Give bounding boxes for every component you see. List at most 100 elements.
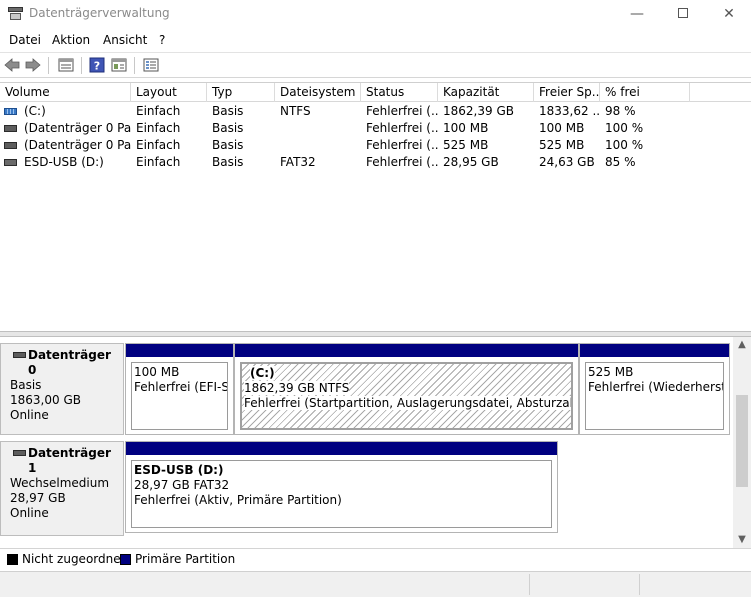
partition-status: Fehlerfrei (Aktiv, Primäre Partition) <box>134 493 342 507</box>
usb-volume-icon <box>4 159 17 166</box>
volume-status: Fehlerfrei (... <box>366 121 438 135</box>
volume-row[interactable]: (Datenträger 0 Par... Einfach Basis Fehl… <box>0 120 751 137</box>
primary-partition-swatch <box>120 554 131 565</box>
svg-text:?: ? <box>94 60 100 73</box>
volume-type: Basis <box>212 104 244 118</box>
volume-list: Volume Layout Typ Dateisystem Status Kap… <box>0 82 751 332</box>
menu-help[interactable]: ? <box>159 33 165 47</box>
column-header-percent-free[interactable]: % frei <box>600 83 690 102</box>
properties-icon[interactable] <box>111 57 127 73</box>
menu-aktion[interactable]: Aktion <box>52 33 90 47</box>
close-button[interactable]: ✕ <box>706 0 751 30</box>
partition-title: (C:) <box>250 366 275 380</box>
partition-size: 28,97 GB FAT32 <box>134 478 230 492</box>
disk-0-label[interactable]: Datenträger 0 Basis 1863,00 GB Online <box>0 343 124 435</box>
partition-c[interactable]: (C:) 1862,39 GB NTFS Fehlerfrei (Startpa… <box>234 343 579 435</box>
primary-partition-band <box>235 344 578 357</box>
toolbar: ? <box>0 52 751 78</box>
disk-1-type: Wechselmedium <box>10 476 110 490</box>
partition-efi[interactable]: 100 MB Fehlerfrei (EFI-Sys <box>125 343 234 435</box>
minimize-button[interactable]: — <box>614 0 660 30</box>
volume-name: (Datenträger 0 Par... <box>24 121 131 135</box>
volume-status: Fehlerfrei (... <box>366 155 438 169</box>
disk-1-label[interactable]: Datenträger 1 Wechselmedium 28,97 GB Onl… <box>0 441 124 536</box>
volume-filesystem: FAT32 <box>280 155 316 169</box>
disk-0-state: Online <box>10 408 49 422</box>
minimize-icon: — <box>630 6 644 22</box>
volume-layout: Einfach <box>136 138 181 152</box>
legend-primary-partition: Primäre Partition <box>135 552 236 566</box>
disk-1-size: 28,97 GB <box>10 491 66 505</box>
volume-capacity: 525 MB <box>443 138 489 152</box>
volume-free-space: 525 MB <box>539 138 585 152</box>
volume-row[interactable]: (Datenträger 0 Par... Einfach Basis Fehl… <box>0 137 751 154</box>
volume-row[interactable]: ESD-USB (D:) Einfach Basis FAT32 Fehlerf… <box>0 154 751 171</box>
volume-type: Basis <box>212 155 244 169</box>
partition-size: 100 MB <box>134 365 180 379</box>
volume-capacity: 1862,39 GB <box>443 104 514 118</box>
column-header-layout[interactable]: Layout <box>131 83 207 102</box>
volume-filesystem <box>275 137 361 154</box>
volume-type: Basis <box>212 121 244 135</box>
disk-row-0: Datenträger 0 Basis 1863,00 GB Online 10… <box>0 343 733 435</box>
volume-layout: Einfach <box>136 155 181 169</box>
menu-ansicht[interactable]: Ansicht <box>103 33 147 47</box>
column-header-free-space[interactable]: Freier Sp... <box>534 83 600 102</box>
volume-layout: Einfach <box>136 121 181 135</box>
volume-percent-free: 85 % <box>605 155 636 169</box>
legend-unallocated: Nicht zugeordnet <box>22 552 126 566</box>
volume-free-space: 1833,62 ... <box>539 104 600 118</box>
volume-status: Fehlerfrei (... <box>366 104 438 118</box>
disk-graphical-view: Datenträger 0 Basis 1863,00 GB Online 10… <box>0 337 733 548</box>
maximize-icon <box>678 8 688 18</box>
disk-row-1: Datenträger 1 Wechselmedium 28,97 GB Onl… <box>0 441 733 536</box>
menu-bar: Datei Aktion Ansicht ? <box>0 30 751 51</box>
disk-0-type: Basis <box>10 378 42 392</box>
volume-list-header: Volume Layout Typ Dateisystem Status Kap… <box>0 83 751 102</box>
status-pane-main <box>0 574 530 595</box>
partition-recovery[interactable]: 525 MB Fehlerfrei (Wiederherstellu <box>579 343 730 435</box>
column-header-filesystem[interactable]: Dateisystem <box>275 83 361 102</box>
primary-partition-band <box>580 344 729 357</box>
maximize-button[interactable] <box>660 0 706 30</box>
disk-0-name: Datenträger 0 <box>10 348 123 378</box>
partition-size: 525 MB <box>588 365 634 379</box>
volume-capacity: 28,95 GB <box>443 155 499 169</box>
disk-1-name: Datenträger 1 <box>10 446 123 476</box>
volume-type: Basis <box>212 138 244 152</box>
volume-icon <box>4 125 17 132</box>
volume-filesystem <box>275 120 361 137</box>
forward-arrow-icon[interactable] <box>25 57 41 73</box>
vertical-scrollbar[interactable]: ▲ ▼ <box>733 337 751 548</box>
column-header-capacity[interactable]: Kapazität <box>438 83 534 102</box>
volume-free-space: 24,63 GB <box>539 155 595 169</box>
list-view-icon[interactable] <box>58 57 74 73</box>
column-header-status[interactable]: Status <box>361 83 438 102</box>
volume-capacity: 100 MB <box>443 121 489 135</box>
primary-partition-band <box>126 442 557 455</box>
partition-status: Fehlerfrei (Wiederherstellu <box>588 380 724 394</box>
partition-status: Fehlerfrei (EFI-Sys <box>134 380 228 394</box>
menu-datei[interactable]: Datei <box>9 33 41 47</box>
scroll-down-icon[interactable]: ▼ <box>733 532 751 548</box>
back-arrow-icon[interactable] <box>4 57 20 73</box>
status-pane-secondary <box>530 574 640 595</box>
volume-percent-free: 98 % <box>605 104 636 118</box>
primary-partition-band <box>126 344 233 357</box>
help-icon[interactable]: ? <box>89 57 105 73</box>
settings-icon[interactable] <box>143 57 159 73</box>
scrollbar-thumb[interactable] <box>736 395 748 487</box>
legend-bar: Nicht zugeordnet Primäre Partition <box>0 548 751 570</box>
partition-esd-usb[interactable]: ESD-USB (D:) 28,97 GB FAT32 Fehlerfrei (… <box>125 441 558 533</box>
partition-status: Fehlerfrei (Startpartition, Auslagerungs… <box>244 396 571 411</box>
disk-0-size: 1863,00 GB <box>10 393 81 407</box>
scroll-up-icon[interactable]: ▲ <box>733 337 751 353</box>
column-header-volume[interactable]: Volume <box>0 83 131 102</box>
volume-free-space: 100 MB <box>539 121 585 135</box>
volume-row[interactable]: (C:) Einfach Basis NTFS Fehlerfrei (... … <box>0 103 751 120</box>
volume-layout: Einfach <box>136 104 181 118</box>
column-header-type[interactable]: Typ <box>207 83 275 102</box>
close-icon: ✕ <box>723 6 735 22</box>
partition-size: 1862,39 GB NTFS <box>244 381 350 395</box>
volume-name: (C:) <box>24 104 46 118</box>
